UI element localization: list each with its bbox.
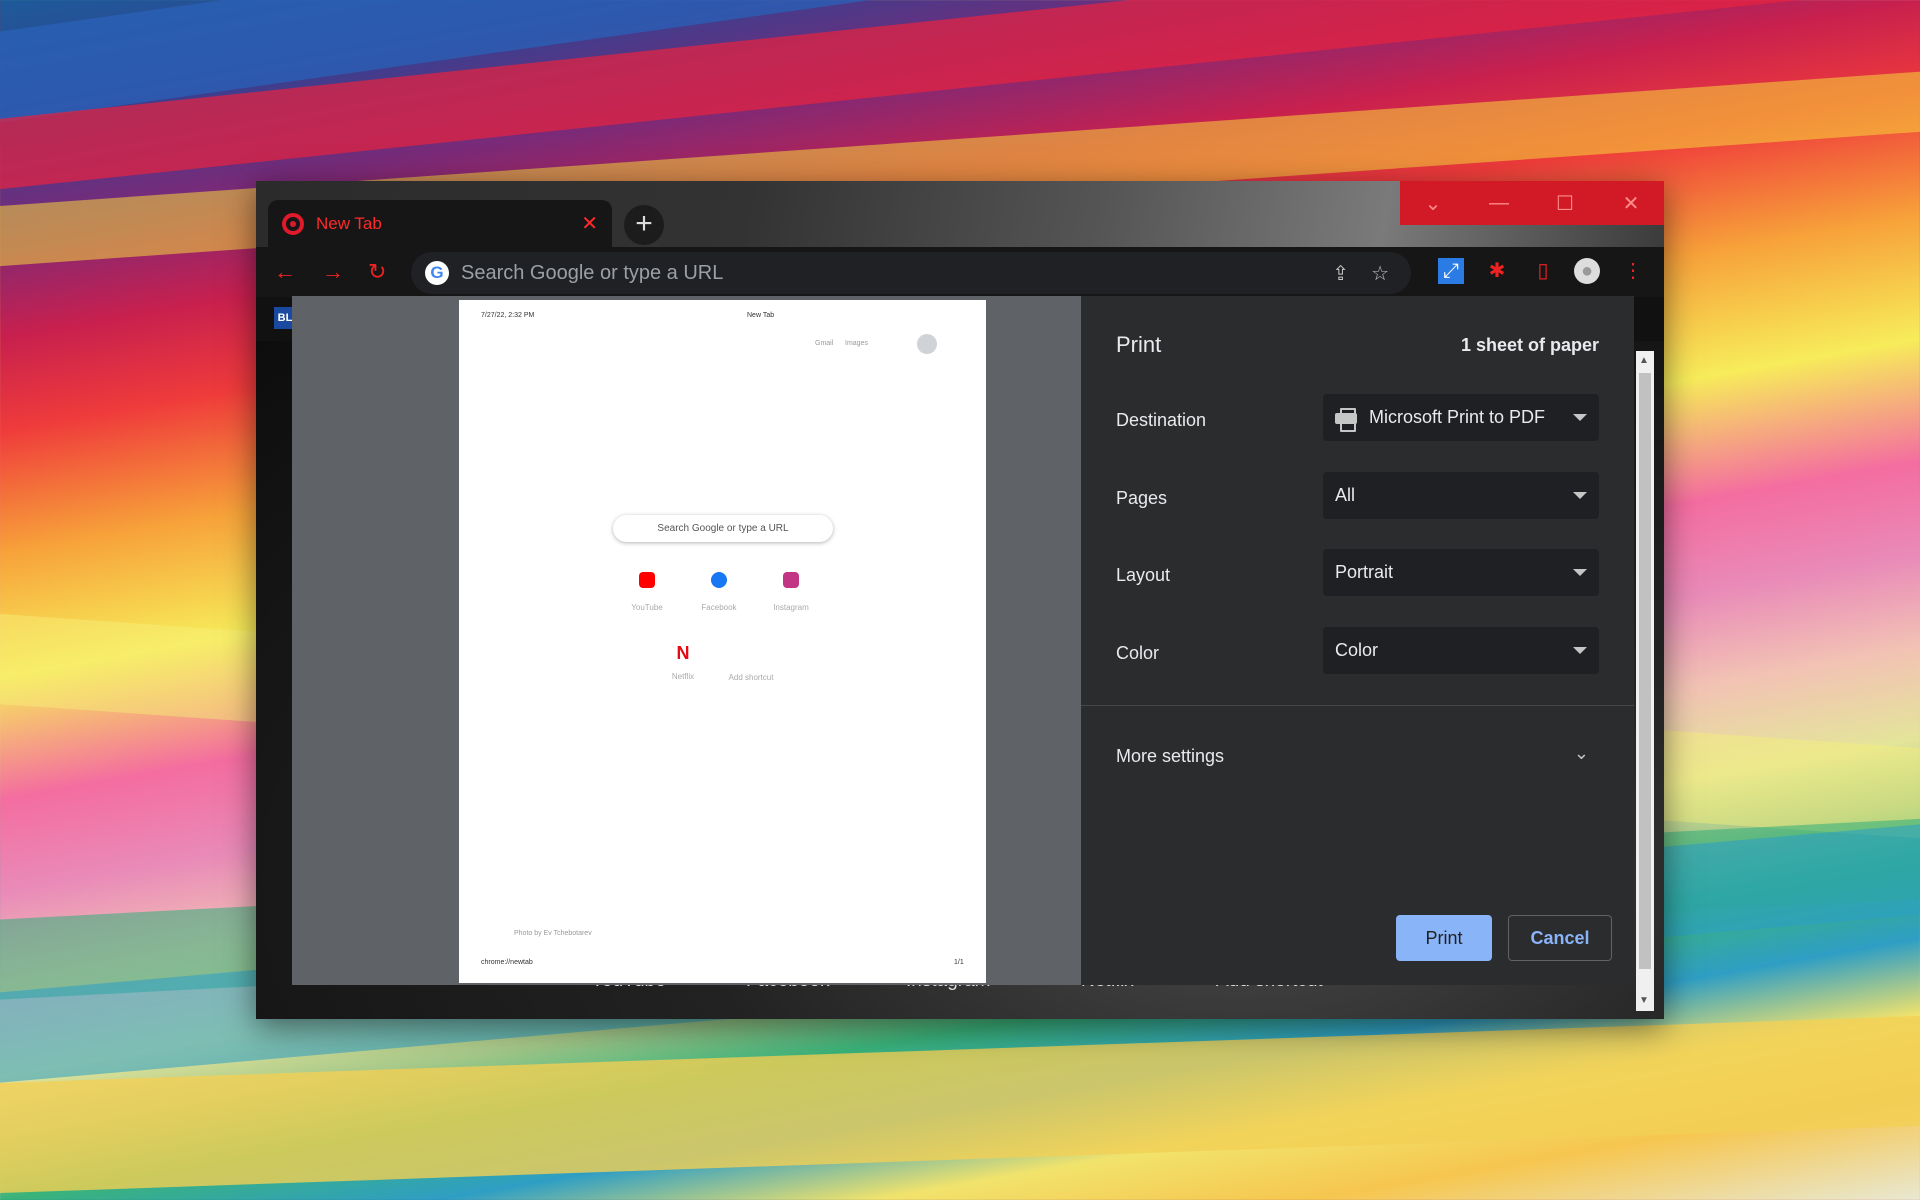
shortcut-label: Netflix xyxy=(671,672,695,681)
toolbar: ← → ↻ G Search Google or type a URL ⇪ ☆ … xyxy=(256,247,1664,297)
preview-shortcut-facebook: Facebook xyxy=(689,572,749,612)
layout-label: Layout xyxy=(1116,565,1171,585)
destination-select[interactable]: Microsoft Print to PDF xyxy=(1323,394,1599,441)
shortcut-label: Instagram xyxy=(773,603,809,612)
back-icon[interactable]: ← xyxy=(274,259,296,285)
omnibox-placeholder: Search Google or type a URL xyxy=(461,261,724,284)
star-icon[interactable]: ☆ xyxy=(1371,261,1389,286)
forward-icon[interactable]: → xyxy=(322,259,344,285)
preview-header-title: New Tab xyxy=(747,312,775,319)
preview-search-box: Search Google or type a URL xyxy=(613,515,833,542)
color-label: Color xyxy=(1116,643,1160,663)
omnibox[interactable]: G Search Google or type a URL ⇪ ☆ xyxy=(411,252,1411,294)
more-settings-toggle[interactable]: More settings xyxy=(1116,746,1224,767)
side-panel-icon[interactable]: ▯ xyxy=(1530,258,1556,284)
add-icon xyxy=(721,643,781,665)
caret-down-icon xyxy=(1573,569,1587,576)
layout-value: Portrait xyxy=(1335,562,1394,582)
scroll-down-icon[interactable]: ▼ xyxy=(1639,995,1649,1006)
color-select[interactable]: Color xyxy=(1323,627,1599,674)
caret-down-icon xyxy=(1573,647,1587,654)
preview-shortcut-youtube: YouTube xyxy=(617,572,677,612)
netflix-icon: N xyxy=(676,643,690,663)
shortcut-label: YouTube xyxy=(631,603,663,612)
tab-title: New Tab xyxy=(316,213,382,233)
preview-images-link: Images xyxy=(845,340,868,347)
tab-search-icon[interactable]: ⌄ xyxy=(1400,181,1466,225)
window-controls: ⌄ — ☐ ✕ xyxy=(1400,181,1664,225)
preview-avatar xyxy=(917,334,937,354)
destination-label: Destination xyxy=(1116,410,1207,430)
reload-icon[interactable]: ↻ xyxy=(368,259,386,285)
pages-value: All xyxy=(1335,485,1356,505)
scrollbar[interactable]: ▲ ▼ xyxy=(1636,351,1654,1011)
pages-label: Pages xyxy=(1116,488,1168,508)
google-icon: G xyxy=(425,261,449,285)
preview-shortcut-netflix: N Netflix xyxy=(653,643,713,681)
preview-header-date: 7/27/22, 2:32 PM xyxy=(481,312,535,319)
youtube-icon xyxy=(639,572,655,588)
preview-footer-url: chrome://newtab xyxy=(481,959,533,966)
color-value: Color xyxy=(1335,640,1379,660)
caret-down-icon xyxy=(1573,414,1587,421)
caret-down-icon xyxy=(1573,492,1587,499)
close-icon[interactable]: ✕ xyxy=(1598,181,1664,225)
cancel-button[interactable]: Cancel xyxy=(1508,915,1612,961)
scroll-up-icon[interactable]: ▲ xyxy=(1639,355,1649,366)
preview-photo-credit: Photo by Ev Tchebotarev xyxy=(514,930,592,937)
maximize-icon[interactable]: ☐ xyxy=(1532,181,1598,225)
title-bar: New Tab ✕ + ⌄ — ☐ ✕ xyxy=(256,181,1664,247)
puzzle-icon[interactable]: ✱ xyxy=(1484,258,1510,284)
divider xyxy=(1081,705,1634,706)
layout-select[interactable]: Portrait xyxy=(1323,549,1599,596)
print-preview-area: 7/27/22, 2:32 PM New Tab Gmail Images Se… xyxy=(292,296,1081,985)
scrollbar-thumb[interactable] xyxy=(1639,373,1651,969)
shortcut-label: Facebook xyxy=(701,603,737,612)
preview-page: 7/27/22, 2:32 PM New Tab Gmail Images Se… xyxy=(459,300,986,983)
tab-new-tab[interactable]: New Tab ✕ xyxy=(268,200,612,247)
pages-select[interactable]: All xyxy=(1323,472,1599,519)
sheet-count: 1 sheet of paper xyxy=(1460,335,1599,355)
print-button[interactable]: Print xyxy=(1396,915,1492,961)
chrome-icon xyxy=(282,212,304,235)
preview-shortcut-instagram: Instagram xyxy=(761,572,821,612)
avatar[interactable]: ● xyxy=(1574,258,1600,284)
print-settings-panel: Print 1 sheet of paper Destination Micro… xyxy=(1081,296,1634,985)
print-title: Print xyxy=(1116,332,1162,357)
new-tab-button[interactable]: + xyxy=(624,205,664,245)
share-icon[interactable]: ⇪ xyxy=(1332,261,1349,286)
preview-shortcut-add: Add shortcut xyxy=(721,643,781,682)
tab-close-icon[interactable]: ✕ xyxy=(581,211,598,236)
facebook-icon xyxy=(711,572,727,588)
browser-window: New Tab ✕ + ⌄ — ☐ ✕ ← → ↻ G Search Googl… xyxy=(256,181,1664,1019)
chevron-down-icon[interactable]: ⌄ xyxy=(1574,743,1589,764)
preview-gmail-link: Gmail xyxy=(815,340,834,347)
preview-footer-page: 1/1 xyxy=(954,959,964,966)
instagram-icon xyxy=(783,572,799,588)
menu-icon[interactable]: ⋮ xyxy=(1620,258,1646,284)
shortcut-label: Add shortcut xyxy=(728,673,774,682)
printer-icon xyxy=(1335,407,1357,432)
destination-value: Microsoft Print to PDF xyxy=(1369,407,1546,427)
minimize-icon[interactable]: — xyxy=(1466,181,1532,225)
extension-icon[interactable]: ⤢ xyxy=(1438,258,1464,284)
